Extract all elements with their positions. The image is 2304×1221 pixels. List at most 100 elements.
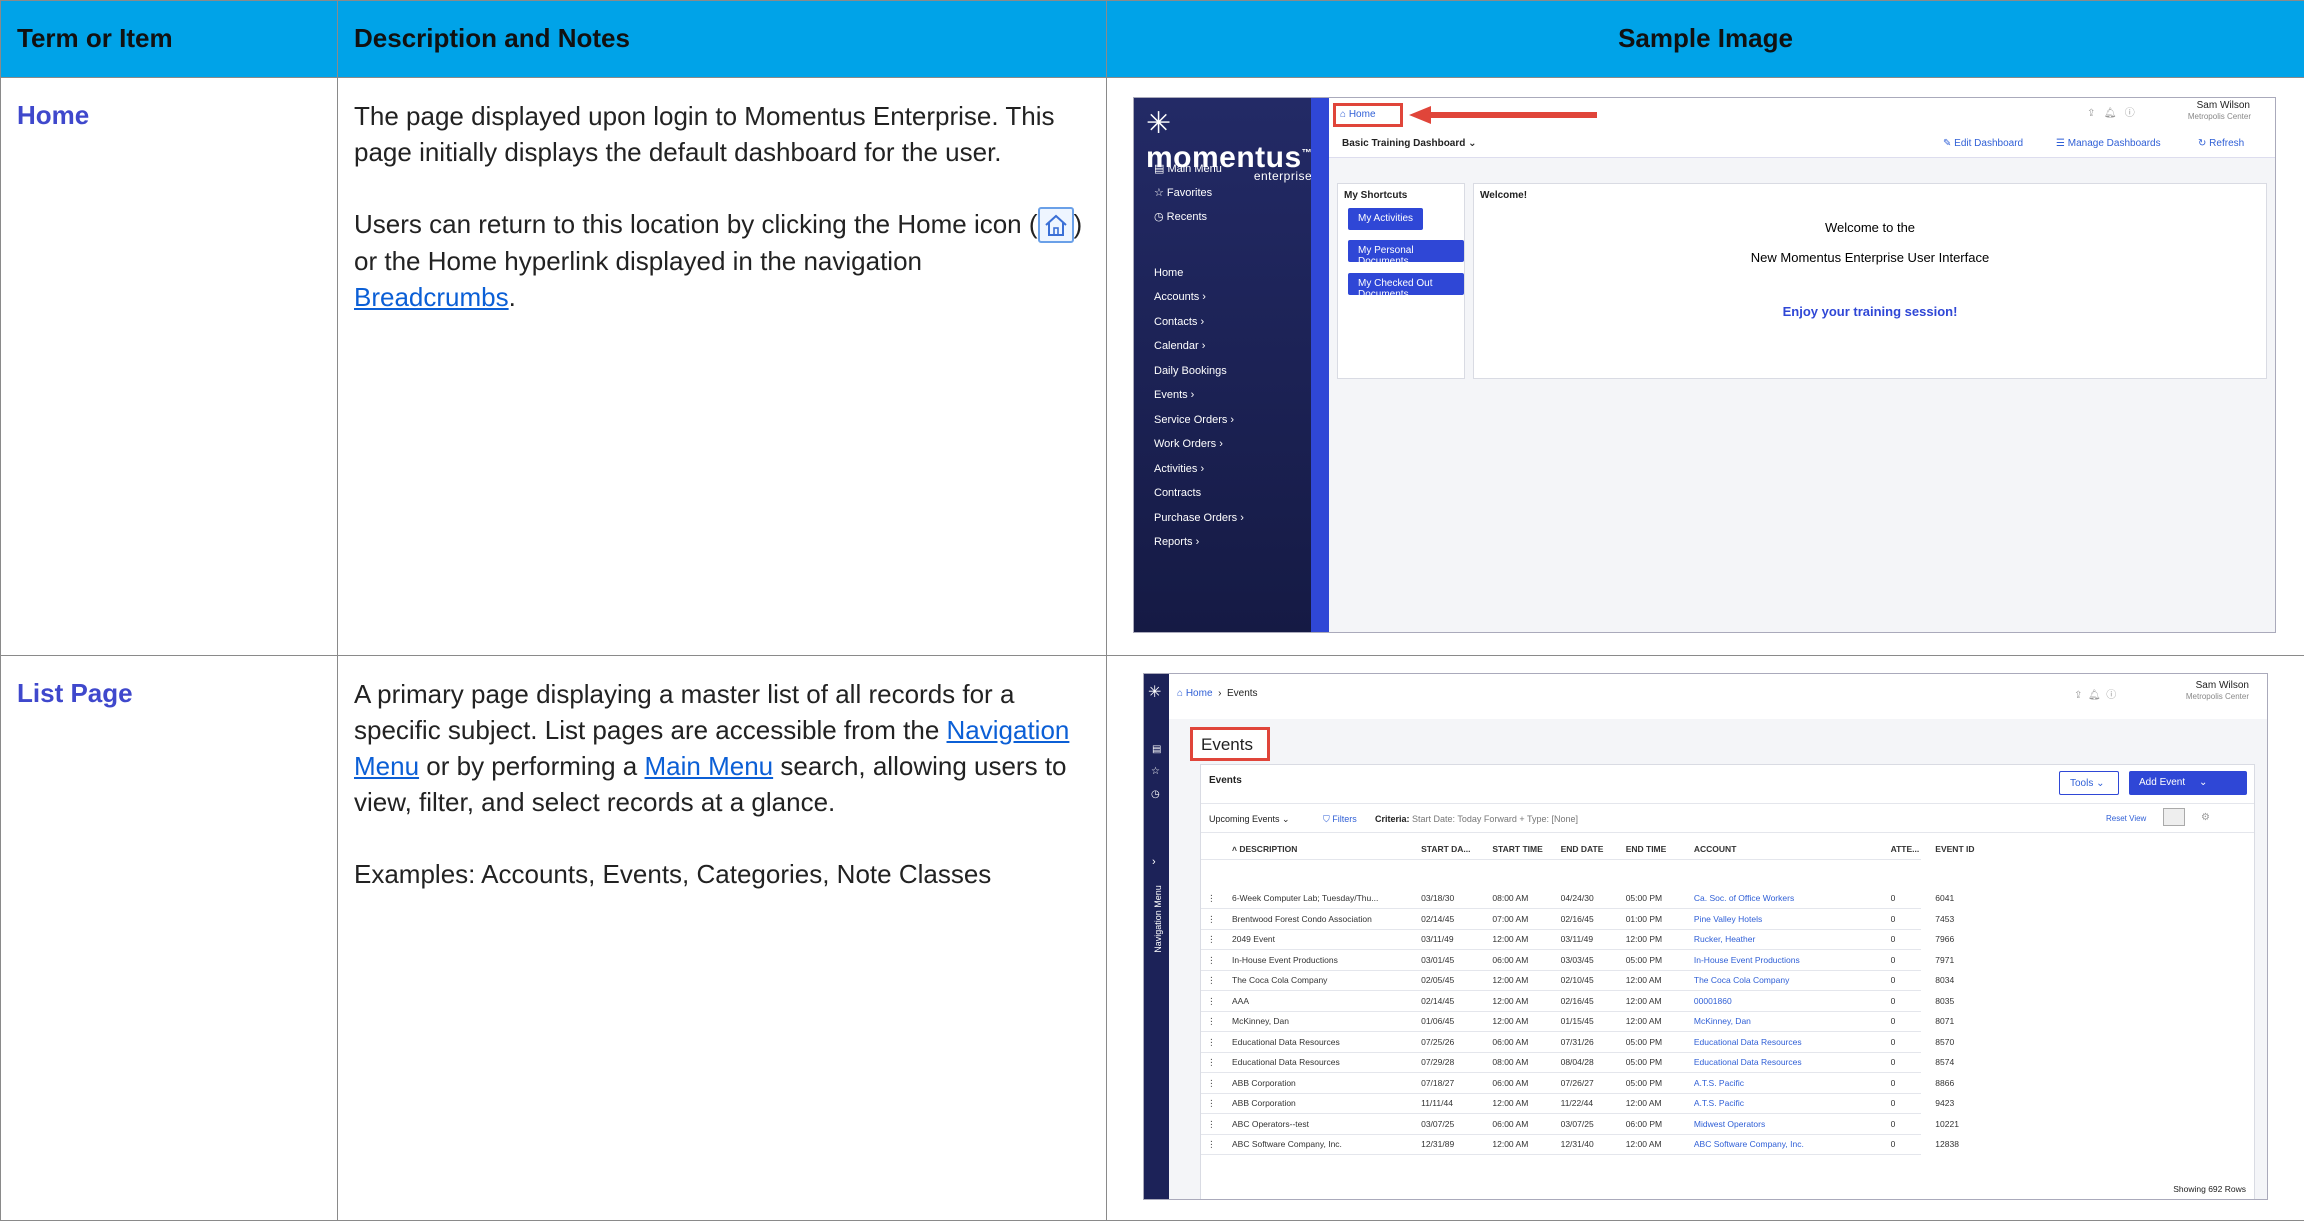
row-menu-icon[interactable]: ⋮: [1207, 996, 1216, 1007]
criteria-label: Criteria:: [1375, 814, 1410, 824]
nav-home[interactable]: Home: [1154, 267, 1183, 279]
top-icons[interactable]: ⇪ 🔔︎ ⓘ: [2074, 686, 2116, 701]
expand-icon[interactable]: ›: [1152, 856, 1156, 868]
main-menu-item[interactable]: ▤ Main Menu: [1154, 162, 1222, 175]
nav-calendar[interactable]: Calendar ›: [1154, 340, 1205, 352]
table-cell: Midwest Operators: [1694, 1119, 1765, 1129]
row-menu-icon[interactable]: ⋮: [1207, 1037, 1216, 1048]
table-cell: 05:00 PM: [1626, 1037, 1662, 1047]
table-cell: 12:00 PM: [1626, 934, 1662, 944]
top-icons[interactable]: ⇪ 🔔︎ ⓘ: [2087, 104, 2135, 119]
row-menu-icon[interactable]: ⋮: [1207, 1139, 1216, 1150]
table-cell: A.T.S. Pacific: [1694, 1098, 1744, 1108]
row-menu-icon[interactable]: ⋮: [1207, 914, 1216, 925]
manage-dashboards-link[interactable]: ☰ Manage Dashboards: [2056, 138, 2161, 149]
favorites-item[interactable]: ☆ Favorites: [1154, 186, 1212, 199]
desc-home-p2: Users can return to this location by cli…: [354, 206, 1090, 315]
navigation-menu-label[interactable]: Navigation Menu: [1153, 879, 1163, 959]
table-cell: 03/01/45: [1421, 955, 1454, 965]
table-cell: ABC Software Company, Inc.: [1232, 1139, 1342, 1149]
star-icon[interactable]: ☆: [1151, 766, 1160, 777]
nav-work-orders[interactable]: Work Orders ›: [1154, 438, 1223, 450]
table-cell: 11/11/44: [1421, 1098, 1453, 1108]
table-row[interactable]: ⋮ABB Corporation11/11/4412:00 AM11/22/44…: [1201, 1093, 1921, 1114]
welcome-line-3: Enjoy your training session!: [1474, 304, 2266, 319]
nav-events[interactable]: Events ›: [1154, 389, 1194, 401]
table-cell: 9423: [1935, 1098, 1954, 1108]
settings-icon[interactable]: ⚙: [2201, 812, 2210, 823]
row-menu-icon[interactable]: ⋮: [1207, 1016, 1216, 1027]
table-row[interactable]: ⋮Educational Data Resources07/29/2808:00…: [1201, 1052, 1921, 1073]
row-menu-icon[interactable]: ⋮: [1207, 1119, 1216, 1130]
keyboard-icon[interactable]: [2163, 808, 2185, 826]
nav-daily-bookings[interactable]: Daily Bookings: [1154, 365, 1227, 377]
clock-icon[interactable]: ◷: [1151, 789, 1160, 800]
table-row[interactable]: ⋮In-House Event Productions03/01/4506:00…: [1201, 950, 1921, 971]
nav-contracts[interactable]: Contracts: [1154, 487, 1201, 499]
table-row[interactable]: ⋮ABC Operators--test03/07/2506:00 AM03/0…: [1201, 1114, 1921, 1135]
table-cell: 05:00 PM: [1626, 1078, 1662, 1088]
table-cell: 8866: [1935, 1078, 1954, 1088]
table-cell: 04/24/30: [1561, 893, 1594, 903]
nav-activities[interactable]: Activities ›: [1154, 463, 1204, 475]
table-row[interactable]: ⋮Brentwood Forest Condo Association02/14…: [1201, 909, 1921, 930]
table-cell: McKinney, Dan: [1232, 1016, 1289, 1026]
desc-list-p1: A primary page displaying a master list …: [354, 676, 1090, 820]
recents-item[interactable]: ◷ Recents: [1154, 210, 1207, 223]
row-menu-icon[interactable]: ⋮: [1207, 955, 1216, 966]
row-menu-icon[interactable]: ⋮: [1207, 975, 1216, 986]
main-menu-link[interactable]: Main Menu: [645, 751, 774, 781]
tools-button[interactable]: Tools ⌄: [2059, 771, 2119, 795]
refresh-link[interactable]: ↻ Refresh: [2198, 138, 2244, 149]
table-row[interactable]: ⋮AAA02/14/4512:00 AM02/16/4512:00 AM0000…: [1201, 991, 1921, 1012]
desc-home-p1: The page displayed upon login to Momentu…: [354, 98, 1090, 170]
table-cell: 8035: [1935, 996, 1954, 1006]
edit-dashboard-link[interactable]: ✎ Edit Dashboard: [1943, 138, 2023, 149]
row-menu-icon[interactable]: ⋮: [1207, 1098, 1216, 1109]
row-menu-icon[interactable]: ⋮: [1207, 1057, 1216, 1068]
table-cell: Pine Valley Hotels: [1694, 914, 1762, 924]
table-row[interactable]: ⋮McKinney, Dan01/06/4512:00 AM01/15/4512…: [1201, 1011, 1921, 1032]
main-menu-icon[interactable]: ▤: [1152, 744, 1161, 755]
shortcut-checked-out[interactable]: My Checked Out Documents: [1348, 273, 1464, 295]
sidebar-collapse-strip[interactable]: [1311, 98, 1329, 633]
row-menu-icon[interactable]: ⋮: [1207, 893, 1216, 904]
table-cell: 12:00 AM: [1492, 996, 1528, 1006]
table-cell: 0: [1891, 1098, 1896, 1108]
reset-view-link[interactable]: Reset View: [2106, 814, 2146, 823]
table-row[interactable]: ⋮6-Week Computer Lab; Tuesday/Thu...03/1…: [1201, 888, 1921, 909]
table-cell: Educational Data Resources: [1232, 1037, 1340, 1047]
table-cell: 7453: [1935, 914, 1954, 924]
table-row[interactable]: ⋮Educational Data Resources07/25/2606:00…: [1201, 1032, 1921, 1053]
nav-accounts[interactable]: Accounts ›: [1154, 291, 1206, 303]
breadcrumbs-link[interactable]: Breadcrumbs: [354, 282, 509, 312]
table-cell: 12:00 AM: [1626, 1016, 1662, 1026]
row-menu-icon[interactable]: ⋮: [1207, 934, 1216, 945]
shortcut-personal-documents[interactable]: My Personal Documents: [1348, 240, 1464, 262]
row-menu-icon[interactable]: ⋮: [1207, 1078, 1216, 1089]
add-event-button[interactable]: Add Event ⌄: [2129, 771, 2247, 795]
table-row[interactable]: ⋮ABC Software Company, Inc.12/31/8912:00…: [1201, 1134, 1921, 1155]
breadcrumb-home[interactable]: ⌂ Home: [1177, 688, 1213, 699]
user-name[interactable]: Sam Wilson: [2184, 100, 2250, 111]
nav-service-orders[interactable]: Service Orders ›: [1154, 414, 1234, 426]
table-cell: 07/18/27: [1421, 1078, 1454, 1088]
nav-reports[interactable]: Reports ›: [1154, 536, 1199, 548]
filters-button[interactable]: ⛉ Filters: [1323, 814, 1357, 825]
breadcrumb-home[interactable]: ⌂ Home: [1333, 103, 1403, 127]
table-row[interactable]: ⋮2049 Event03/11/4912:00 AM03/11/4912:00…: [1201, 929, 1921, 950]
table-cell: 02/16/45: [1561, 996, 1594, 1006]
table-row[interactable]: ⋮The Coca Cola Company02/05/4512:00 AM02…: [1201, 970, 1921, 991]
table-row[interactable]: ⋮ABB Corporation07/18/2706:00 AM07/26/27…: [1201, 1073, 1921, 1094]
top-bar: ⌂ Home Basic Training Dashboard ⌄ ✎ Edit…: [1329, 98, 2275, 158]
shortcut-my-activities[interactable]: My Activities: [1348, 208, 1423, 230]
home-screenshot: ✳ momentus™enterprise ▤ Main Menu ☆ Favo…: [1133, 97, 2276, 633]
nav-contacts[interactable]: Contacts ›: [1154, 316, 1204, 328]
view-select[interactable]: Upcoming Events ⌄: [1209, 814, 1290, 825]
column-header: ATTE...: [1891, 844, 1920, 854]
table-cell: In-House Event Productions: [1694, 955, 1800, 965]
nav-purchase-orders[interactable]: Purchase Orders ›: [1154, 512, 1244, 524]
text: A primary page displaying a master list …: [354, 679, 1014, 745]
dashboard-select[interactable]: Basic Training Dashboard ⌄: [1342, 138, 1477, 149]
user-name[interactable]: Sam Wilson: [2149, 680, 2249, 691]
